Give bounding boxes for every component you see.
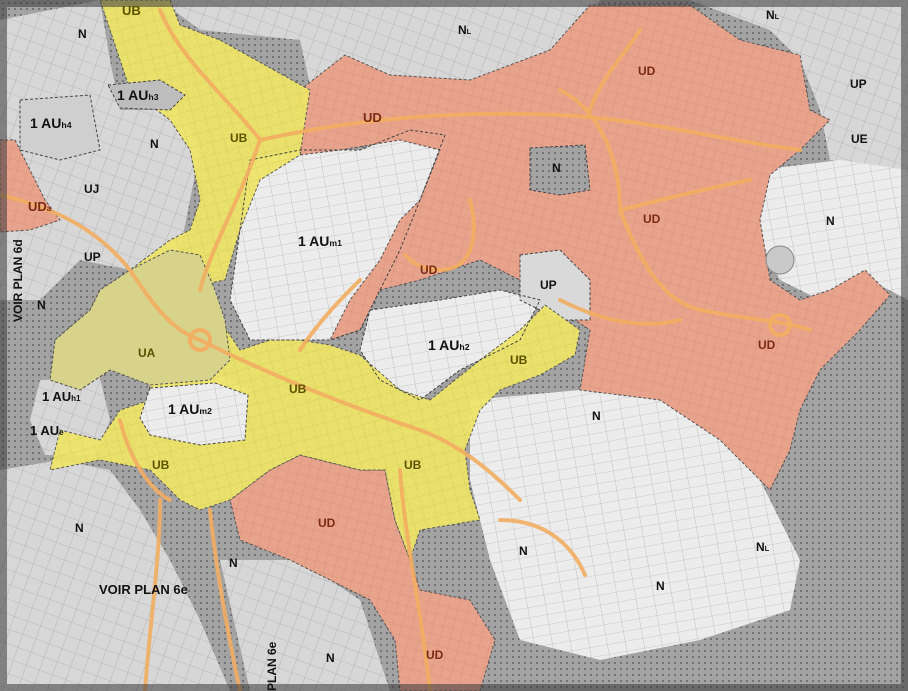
zone-label-ue: UE [851,132,868,146]
zone-label-n-bottom-left: N [75,521,84,535]
zone-label-1au-h4-main: 1 AU [30,115,62,131]
zone-label-nl-top: NL [458,24,471,36]
zone-label-up-left: UP [84,250,101,264]
parcel-area-right [760,160,908,300]
reference-plan-6e-vertical: PLAN 6e [265,641,279,691]
reference-plan-6e-bottom: VOIR PLAN 6e [99,582,188,597]
zone-label-n-mid-right: N [592,409,601,423]
zone-label-ub-right: UB [510,353,528,367]
zone-label-n-bottom-center: N [326,651,335,665]
zone-label-1au-m2-sub: m2 [199,406,212,416]
zone-label-1au-m1: 1 AUm1 [298,234,342,248]
zone-label-1au-h1-sub: h1 [71,394,81,403]
zone-label-ud-center: UD [420,263,438,277]
reference-plan-6d: VOIR PLAN 6d [11,239,25,322]
zone-label-up-right: UP [850,77,867,91]
zone-label-uda-sub: a [46,204,52,213]
zone-label-1au-m2-main: 1 AU [168,401,200,417]
roundabout-right-grey [765,245,795,275]
zone-label-ud-topleft: UD [363,110,382,125]
zone-label-uda-main: UD [28,199,47,214]
zone-label-uj: UJ [84,182,100,196]
zone-label-n-right: N [826,214,835,228]
zone-label-ud-south1: UD [318,516,336,530]
zone-label-nl-bottom-main: N [756,540,765,554]
zone-label-ud-south2: UD [426,648,444,662]
zone-label-nl-bottom: NL [756,541,769,553]
zone-label-1au-e-sub: e [59,428,64,437]
zone-label-n-bottom-far: N [656,579,665,593]
zone-label-1au-h3-main: 1 AU [117,87,149,103]
zone-label-1au-h2: 1 AUh2 [428,338,470,352]
zone-label-n-bottom-right: N [519,544,528,558]
zone-label-1au-h4: 1 AUh4 [30,116,72,130]
zone-label-1au-h4-sub: h4 [61,120,72,130]
zone-label-1au-h3: 1 AUh3 [117,88,159,102]
zone-label-ub-center: UB [289,382,307,396]
zone-label-ud-mid: UD [643,212,661,226]
zone-label-n-left2: N [37,298,46,312]
zone-label-nl-topright: NL [766,9,779,21]
zone-label-n-center: N [552,161,561,175]
zone-label-up-center: UP [540,278,557,292]
zone-label-nl-top-sub: L [466,27,472,36]
zone-label-ud-right: UD [758,338,776,352]
zone-label-n-left: N [150,137,159,151]
zone-label-1au-m2: 1 AUm2 [168,402,212,416]
zone-label-uda: UDa [28,200,51,213]
zone-label-1au-h1: 1 AUh1 [42,390,81,403]
zone-label-nl-bottom-sub: L [764,544,770,553]
zone-label-n-top: N [78,27,87,41]
zone-label-nl-topright-main: N [766,8,775,22]
zone-label-1au-h2-main: 1 AU [428,337,460,353]
zone-label-1au-h2-sub: h2 [459,342,470,352]
zone-label-ud-top: UD [638,64,656,78]
zone-label-nl-topright-sub: L [774,12,780,21]
zone-label-ub-top: UB [122,3,141,18]
zone-label-1au-m1-main: 1 AU [298,233,330,249]
zone-label-ub-bottom: UB [404,458,422,472]
zone-label-1au-h3-sub: h3 [148,92,159,102]
zone-label-1au-e: 1 AUe [30,424,64,437]
zone-label-1au-e-main: 1 AU [30,423,60,438]
zoning-map: UB UB UB UB UB UB UA UD UD UD UD UD UD U… [0,0,908,691]
zone-label-ua: UA [138,346,156,360]
zone-label-nl-top-main: N [458,23,467,37]
zone-label-ub-left: UB [152,458,170,472]
zone-label-n-bottom-mid: N [229,556,238,570]
zone-label-1au-m1-sub: m1 [329,238,342,248]
zone-label-1au-h1-main: 1 AU [42,389,72,404]
zone-label-ub-mid: UB [230,131,248,145]
